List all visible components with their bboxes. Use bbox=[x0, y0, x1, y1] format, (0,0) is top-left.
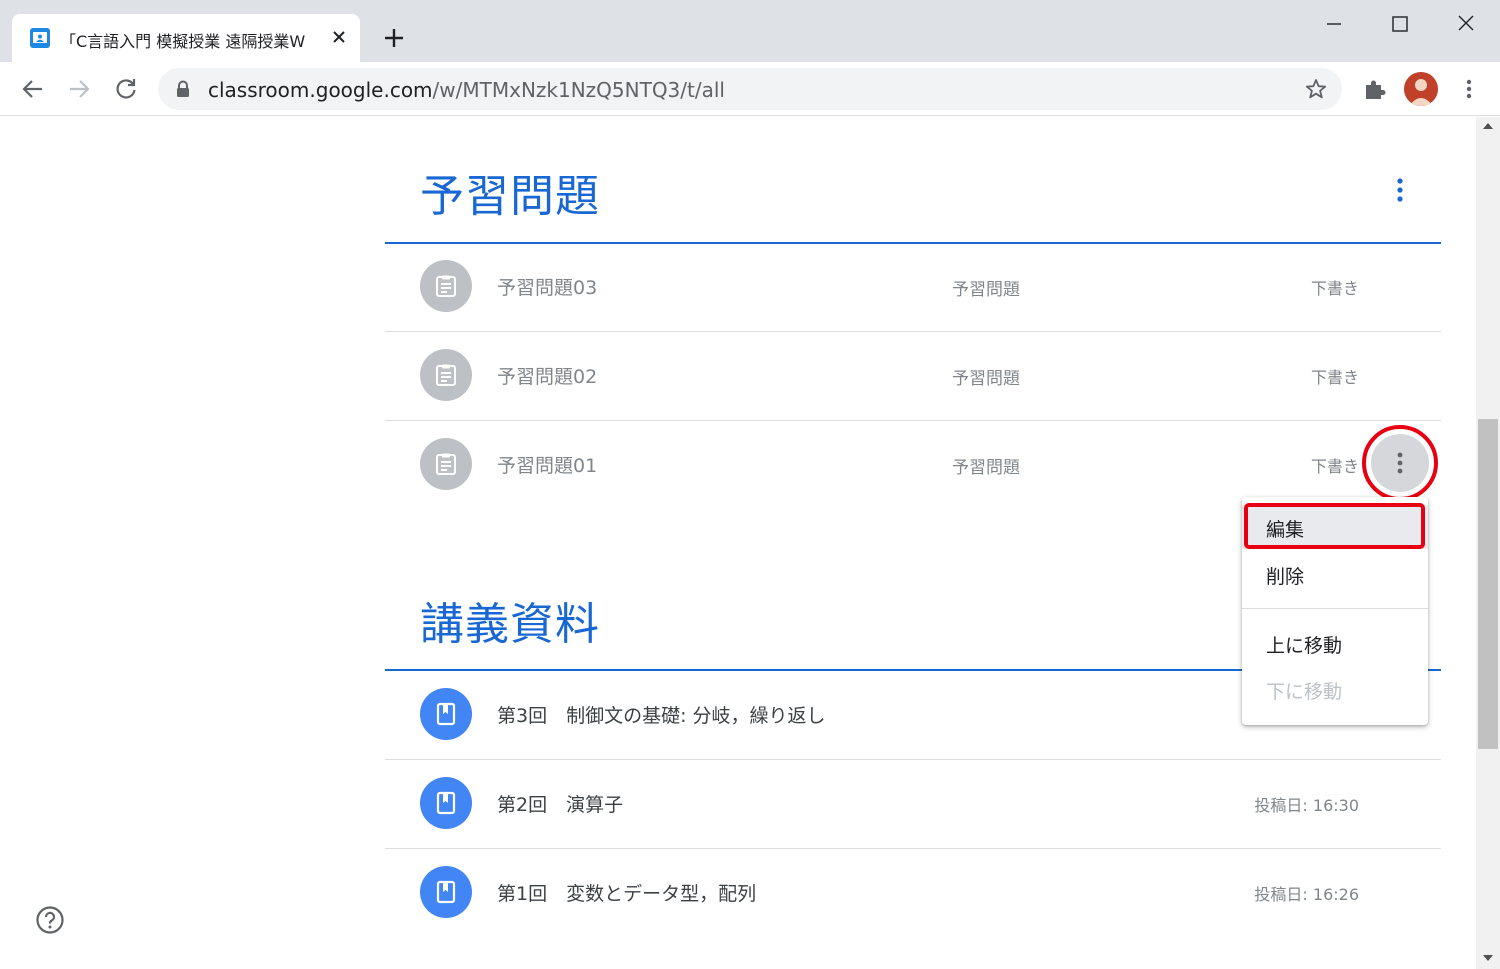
url-text: classroom.google.com/w/MTMxNzk1NzQ5NTQ3/… bbox=[208, 78, 725, 102]
item-title: 第3回 制御文の基礎: 分岐，繰り返し bbox=[497, 705, 826, 727]
menu-item-label: 下に移動 bbox=[1266, 681, 1343, 703]
item-status: 下書き bbox=[1310, 457, 1359, 476]
material-book-icon bbox=[420, 866, 472, 918]
assignment-draft-icon bbox=[420, 260, 472, 312]
item-topic: 予習問題 bbox=[952, 458, 1020, 478]
reload-icon[interactable] bbox=[113, 76, 139, 102]
item-title: 予習問題03 bbox=[497, 277, 598, 299]
item-title: 第2回 演算子 bbox=[497, 794, 624, 816]
item-status: 投稿日: 16:30 bbox=[1254, 796, 1359, 815]
lock-icon[interactable] bbox=[176, 80, 190, 102]
menu-item-move-up[interactable]: 上に移動 bbox=[1242, 621, 1428, 665]
item-topic: 予習問題 bbox=[952, 369, 1020, 389]
menu-item-delete[interactable]: 削除 bbox=[1242, 552, 1428, 596]
classroom-favicon-icon bbox=[30, 28, 50, 48]
browser-toolbar: classroom.google.com/w/MTMxNzk1NzQ5NTQ3/… bbox=[0, 62, 1500, 116]
section-title-kougi: 講義資料 bbox=[420, 599, 600, 650]
forward-arrow-icon[interactable] bbox=[66, 76, 92, 102]
item-status: 投稿日: 16:26 bbox=[1254, 885, 1359, 904]
scroll-down-icon[interactable] bbox=[1483, 955, 1493, 961]
item-topic: 予習問題 bbox=[952, 280, 1020, 300]
section-more-icon[interactable] bbox=[1386, 174, 1414, 206]
tab-strip: 「C言語入門 模擬授業 遠隔授業W bbox=[0, 0, 1500, 62]
item-title: 第1回 変数とデータ型，配列 bbox=[497, 883, 757, 905]
highlight-circle-annotation bbox=[1362, 425, 1438, 501]
menu-item-label: 削除 bbox=[1266, 566, 1305, 588]
scroll-up-icon[interactable] bbox=[1483, 123, 1493, 129]
menu-item-move-down: 下に移動 bbox=[1242, 667, 1428, 711]
menu-item-label: 上に移動 bbox=[1266, 635, 1343, 657]
bookmark-star-icon[interactable] bbox=[1304, 77, 1328, 105]
item-title: 予習問題02 bbox=[497, 366, 598, 388]
browser-menu-icon[interactable] bbox=[1456, 76, 1482, 102]
highlight-rect-annotation bbox=[1244, 503, 1425, 549]
scroll-thumb[interactable] bbox=[1478, 419, 1498, 749]
back-arrow-icon[interactable] bbox=[20, 76, 46, 102]
item-title: 予習問題01 bbox=[497, 455, 598, 477]
list-item[interactable]: 予習問題02 予習問題 下書き bbox=[385, 332, 1441, 420]
profile-avatar[interactable] bbox=[1404, 72, 1438, 106]
item-status: 下書き bbox=[1310, 368, 1359, 387]
url-host: classroom.google.com bbox=[208, 78, 433, 102]
address-bar[interactable]: classroom.google.com/w/MTMxNzk1NzQ5NTQ3/… bbox=[158, 68, 1342, 110]
menu-divider bbox=[1242, 608, 1428, 609]
page-scrollbar[interactable] bbox=[1476, 117, 1500, 969]
tab-close-icon[interactable] bbox=[328, 26, 350, 48]
close-window-icon[interactable] bbox=[1446, 8, 1486, 40]
help-icon[interactable] bbox=[35, 905, 65, 935]
material-book-icon bbox=[420, 777, 472, 829]
assignment-draft-icon bbox=[420, 349, 472, 401]
assignment-draft-icon bbox=[420, 438, 472, 490]
section-title-yoshu: 予習問題 bbox=[420, 171, 600, 222]
new-tab-icon[interactable] bbox=[380, 24, 408, 52]
browser-tab[interactable]: 「C言語入門 模擬授業 遠隔授業W bbox=[12, 14, 360, 62]
list-item[interactable]: 第1回 変数とデータ型，配列 投稿日: 16:26 bbox=[385, 849, 1441, 937]
extensions-puzzle-icon[interactable] bbox=[1362, 76, 1388, 102]
list-item[interactable]: 第2回 演算子 投稿日: 16:30 bbox=[385, 760, 1441, 848]
tab-title: 「C言語入門 模擬授業 遠隔授業W bbox=[60, 32, 306, 51]
minimize-icon[interactable] bbox=[1314, 8, 1354, 40]
maximize-icon[interactable] bbox=[1380, 8, 1420, 40]
material-book-icon bbox=[420, 688, 472, 740]
list-item[interactable]: 予習問題01 予習問題 下書き bbox=[385, 421, 1441, 509]
url-path: /w/MTMxNzk1NzQ5NTQ3/t/all bbox=[432, 78, 725, 102]
list-item[interactable]: 予習問題03 予習問題 下書き bbox=[385, 243, 1441, 331]
item-status: 下書き bbox=[1310, 279, 1359, 298]
